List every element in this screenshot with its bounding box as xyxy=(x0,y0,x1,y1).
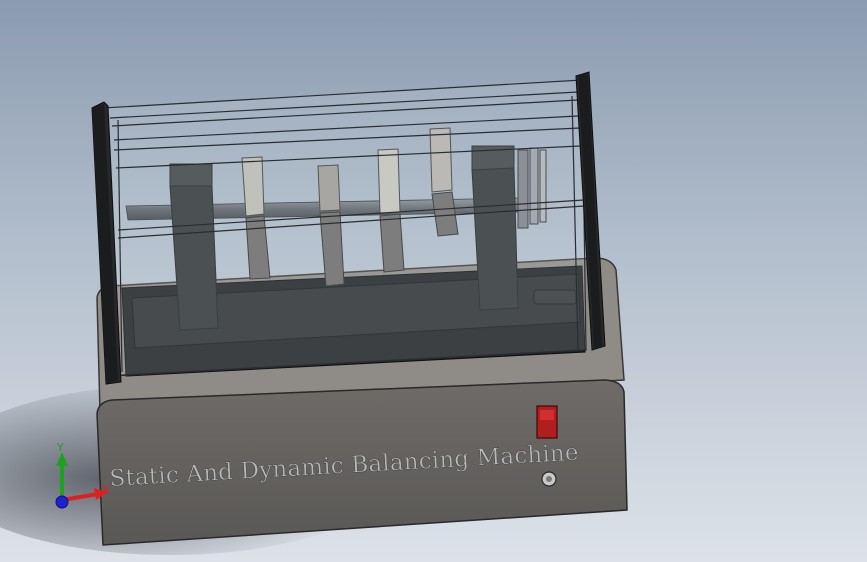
power-switch[interactable] xyxy=(536,405,558,439)
transparent-cover xyxy=(102,79,587,377)
machine-model[interactable]: Static And Dynamic Balancing Machine Y X xyxy=(0,0,867,562)
control-knob[interactable] xyxy=(541,471,557,487)
axis-y-label: Y xyxy=(56,441,64,454)
axis-x-label: X xyxy=(102,484,110,497)
graphics-viewport[interactable]: Static And Dynamic Balancing Machine Y X xyxy=(0,0,867,562)
